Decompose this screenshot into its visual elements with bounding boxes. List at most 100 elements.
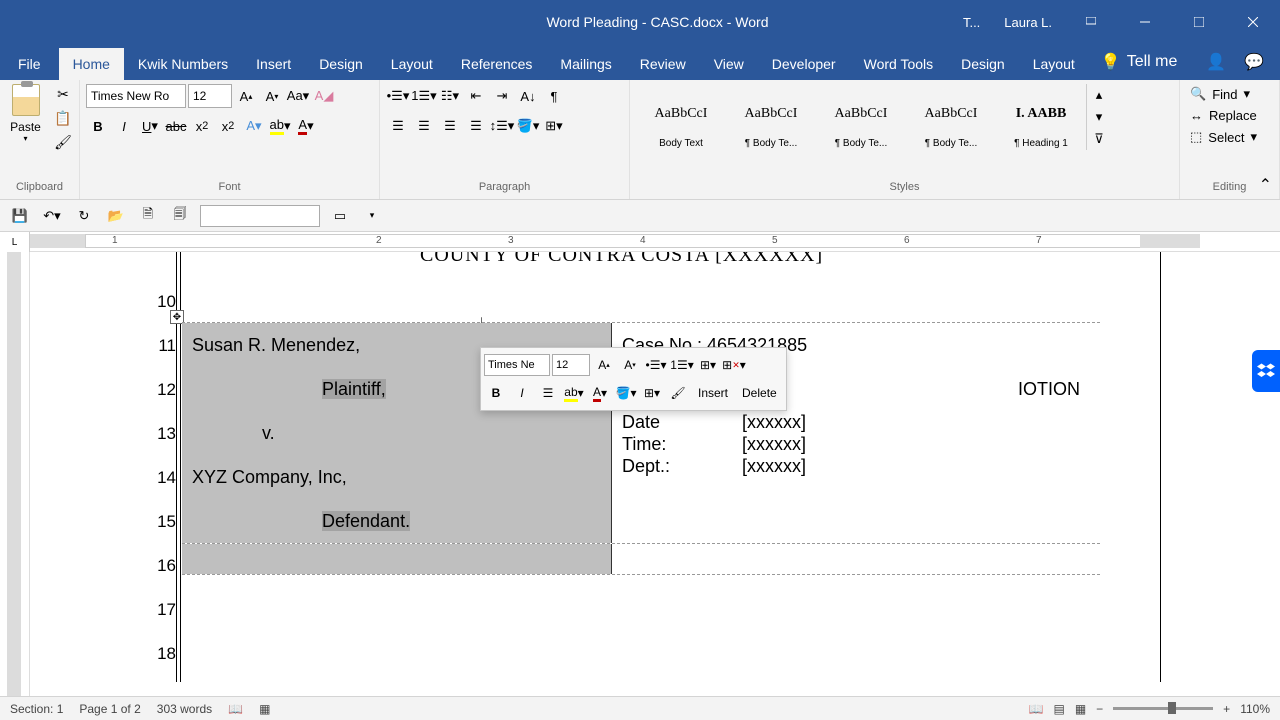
bullets-icon[interactable]: •☰▾ [386, 84, 410, 108]
mini-table-delete-icon[interactable]: ⊞✕▾ [722, 353, 746, 377]
mini-shading-icon[interactable]: 🪣▾ [614, 381, 638, 405]
zoom-in-button[interactable]: + [1223, 702, 1230, 716]
ruler-corner[interactable]: L [0, 232, 30, 252]
mini-insert-button[interactable]: Insert [692, 386, 734, 400]
mini-table-icon[interactable]: ⊞▾ [696, 353, 720, 377]
vertical-ruler[interactable] [0, 252, 30, 712]
align-center-icon[interactable]: ☰ [412, 114, 436, 138]
justify-icon[interactable]: ☰ [464, 114, 488, 138]
close-button[interactable] [1230, 7, 1276, 37]
superscript-button[interactable]: x2 [216, 114, 240, 138]
sort-icon[interactable]: A↓ [516, 84, 540, 108]
mini-shrink-font-icon[interactable]: A▾ [618, 353, 642, 377]
qat-icon-2[interactable]: 🗐 [168, 204, 192, 228]
tab-layout2[interactable]: Layout [1019, 48, 1089, 80]
numbering-icon[interactable]: 1☰▾ [412, 84, 436, 108]
ribbon-display-icon[interactable] [1068, 7, 1114, 37]
qat-input[interactable] [200, 205, 320, 227]
style-body-te1[interactable]: AaBbCcI¶ Body Te... [726, 84, 816, 154]
tab-developer[interactable]: Developer [758, 48, 850, 80]
mini-bullets-icon[interactable]: •☰▾ [644, 353, 668, 377]
tab-kwik[interactable]: Kwik Numbers [124, 48, 242, 80]
mini-bold-button[interactable]: B [484, 381, 508, 405]
tab-design[interactable]: Design [305, 48, 377, 80]
redo-icon[interactable]: ↻ [72, 204, 96, 228]
underline-button[interactable]: U▾ [138, 114, 162, 138]
font-color-icon[interactable]: A▾ [294, 114, 318, 138]
document-canvas[interactable]: COUNTY OF CONTRA COSTA [XXXXXX] 10 11 12… [30, 252, 1280, 712]
mini-borders-icon[interactable]: ⊞▾ [640, 381, 664, 405]
qat-more-icon[interactable]: ▾ [360, 204, 384, 228]
undo-icon[interactable]: ↶▾ [40, 204, 64, 228]
align-right-icon[interactable]: ☰ [438, 114, 462, 138]
tab-home[interactable]: Home [59, 48, 124, 80]
zoom-slider[interactable] [1113, 707, 1213, 710]
comments-icon[interactable]: 💬 [1244, 52, 1264, 72]
status-words[interactable]: 303 words [157, 702, 212, 716]
qat-icon-3[interactable]: ▭ [328, 204, 352, 228]
mini-delete-button[interactable]: Delete [736, 386, 783, 400]
qat-icon-1[interactable]: 🗎 [136, 204, 160, 228]
caption-left-cell-2[interactable] [182, 544, 612, 574]
mini-format-painter-icon[interactable]: 🖌 [666, 381, 690, 405]
styles-more-icon[interactable]: ⊽ [1087, 128, 1111, 150]
text-effects-icon[interactable]: A▾ [242, 114, 266, 138]
show-marks-icon[interactable]: ¶ [542, 84, 566, 108]
style-body-te2[interactable]: AaBbCcI¶ Body Te... [816, 84, 906, 154]
find-button[interactable]: 🔍Find ▾ [1186, 84, 1254, 104]
open-icon[interactable]: 📂 [104, 204, 128, 228]
share-icon[interactable]: 👤 [1206, 52, 1226, 72]
style-body-te3[interactable]: AaBbCcI¶ Body Te... [906, 84, 996, 154]
font-name-input[interactable] [86, 84, 186, 108]
status-page[interactable]: Page 1 of 2 [79, 702, 140, 716]
increase-indent-icon[interactable]: ⇥ [490, 84, 514, 108]
line-spacing-icon[interactable]: ↕☰▾ [490, 114, 514, 138]
tab-wordtools[interactable]: Word Tools [850, 48, 948, 80]
minimize-button[interactable] [1122, 7, 1168, 37]
copy-icon[interactable]: 📋 [53, 108, 73, 128]
zoom-level[interactable]: 110% [1240, 702, 1270, 716]
style-heading1[interactable]: I. AABB¶ Heading 1 [996, 84, 1086, 154]
mini-size-input[interactable] [552, 354, 590, 376]
status-spell-icon[interactable]: 📖 [228, 702, 243, 716]
maximize-button[interactable] [1176, 7, 1222, 37]
select-button[interactable]: ⬚Select ▾ [1186, 127, 1261, 147]
styles-up-icon[interactable]: ▴ [1087, 84, 1111, 106]
mini-font-input[interactable] [484, 354, 550, 376]
align-left-icon[interactable]: ☰ [386, 114, 410, 138]
horizontal-ruler[interactable]: 1 2 3 4 5 6 7 [30, 232, 1280, 252]
format-painter-icon[interactable]: 🖌 [53, 132, 73, 152]
mini-italic-button[interactable]: I [510, 381, 534, 405]
save-icon[interactable]: 💾 [8, 204, 32, 228]
caption-right-cell-2[interactable] [612, 544, 1100, 574]
view-print-icon[interactable]: ▤ [1053, 702, 1064, 716]
subscript-button[interactable]: x2 [190, 114, 214, 138]
user-initial[interactable]: T... [955, 15, 988, 30]
tab-view[interactable]: View [700, 48, 758, 80]
tab-file[interactable]: File [0, 48, 59, 80]
mini-highlight-icon[interactable]: ab▾ [562, 381, 586, 405]
replace-button[interactable]: ↔Replace [1186, 106, 1261, 125]
font-size-input[interactable] [188, 84, 232, 108]
status-section[interactable]: Section: 1 [10, 702, 63, 716]
italic-button[interactable]: I [112, 114, 136, 138]
tab-layout[interactable]: Layout [377, 48, 447, 80]
borders-icon[interactable]: ⊞▾ [542, 114, 566, 138]
tab-design2[interactable]: Design [947, 48, 1019, 80]
view-read-icon[interactable]: 📖 [1029, 702, 1044, 716]
tab-references[interactable]: References [447, 48, 547, 80]
grow-font-icon[interactable]: A▴ [234, 84, 258, 108]
style-body-text[interactable]: AaBbCcIBody Text [636, 84, 726, 154]
strikethrough-button[interactable]: abc [164, 114, 188, 138]
style-gallery[interactable]: AaBbCcIBody Text AaBbCcI¶ Body Te... AaB… [636, 84, 1111, 154]
paste-button[interactable]: Paste ▾ [6, 84, 45, 143]
tab-review[interactable]: Review [626, 48, 700, 80]
shading-icon[interactable]: 🪣▾ [516, 114, 540, 138]
mini-numbering-icon[interactable]: 1☰▾ [670, 353, 694, 377]
tab-insert[interactable]: Insert [242, 48, 305, 80]
cut-icon[interactable]: ✂ [53, 84, 73, 104]
highlight-icon[interactable]: ab▾ [268, 114, 292, 138]
bold-button[interactable]: B [86, 114, 110, 138]
shrink-font-icon[interactable]: A▾ [260, 84, 284, 108]
decrease-indent-icon[interactable]: ⇤ [464, 84, 488, 108]
